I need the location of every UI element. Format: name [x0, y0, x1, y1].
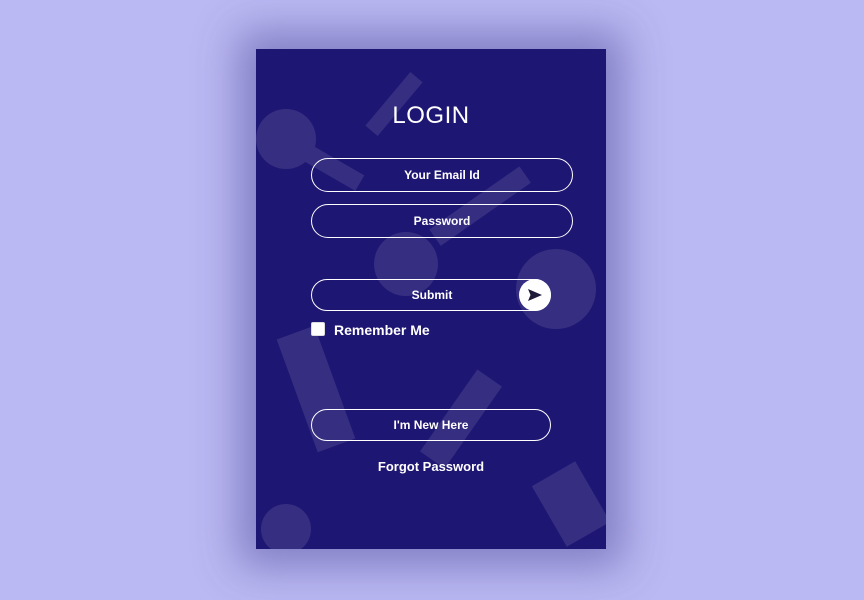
submit-icon-button[interactable] [519, 279, 551, 311]
submit-label: Submit [411, 288, 453, 302]
submit-button[interactable]: Submit [311, 279, 551, 311]
email-input[interactable] [311, 158, 573, 192]
remember-me-checkbox[interactable] [311, 322, 325, 336]
login-title: LOGIN [392, 102, 470, 129]
password-input[interactable] [311, 204, 573, 238]
login-card: LOGIN Submit Remember Me I'm New Here Fo… [256, 49, 606, 549]
forgot-password-link[interactable]: Forgot Password [256, 459, 606, 474]
remember-me-label: Remember Me [334, 322, 430, 338]
new-here-button[interactable]: I'm New Here [311, 409, 551, 441]
send-arrow-icon [528, 289, 542, 301]
